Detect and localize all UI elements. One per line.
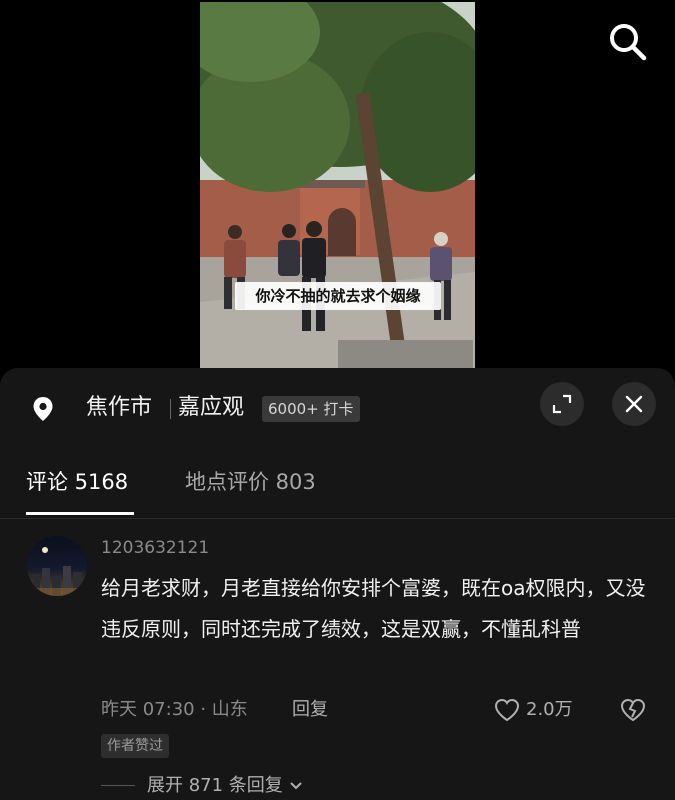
location-pin-icon	[33, 397, 53, 421]
location-place: 嘉应观	[178, 395, 245, 420]
location-separator	[170, 399, 171, 419]
tab-bar: 评论 5168 地点评价 803	[0, 464, 675, 516]
video-scene	[200, 2, 475, 368]
video-subtitle: 你冷不抽的就去求个姻缘	[235, 282, 441, 310]
avatar[interactable]	[27, 536, 87, 596]
close-icon	[625, 395, 643, 413]
tab-comments[interactable]: 评论 5168	[26, 464, 128, 500]
comment-username[interactable]: 1203632121	[101, 536, 209, 560]
comment-item: 1203632121 给月老求财，月老直接给你安排个富婆，既在oa权限内，又没违…	[0, 528, 675, 800]
chevron-down-icon	[289, 782, 302, 790]
avatar-image	[27, 547, 87, 596]
comments-sheet: 焦作市 嘉应观 6000+ 打卡 评论 5168 地点评价 803 120363…	[0, 368, 675, 800]
search-button[interactable]	[604, 18, 650, 64]
divider	[0, 518, 675, 519]
checkin-badge: 6000+ 打卡	[262, 396, 360, 422]
active-tab-indicator	[26, 512, 134, 515]
dislike-button[interactable]	[620, 698, 646, 724]
tab-place-reviews[interactable]: 地点评价 803	[185, 464, 316, 500]
expand-button[interactable]	[540, 382, 584, 426]
video-frame[interactable]	[200, 2, 475, 368]
heart-icon	[494, 698, 520, 722]
expand-icon	[552, 394, 572, 414]
author-liked-badge: 作者赞过	[101, 734, 169, 758]
broken-heart-icon	[620, 698, 646, 722]
comment-time-location: 昨天 07:30 · 山东	[101, 699, 248, 720]
expand-replies-label: 展开 871 条回复	[147, 772, 303, 800]
video-area[interactable]: 你冷不抽的就去求个姻缘	[0, 0, 675, 370]
location-city: 焦作市	[86, 395, 153, 420]
search-icon	[610, 24, 647, 61]
comment-text: 给月老求财，月老直接给你安排个富婆，既在oa权限内，又没违反原则，同时还完成了绩…	[101, 576, 646, 641]
reply-button[interactable]: 回复	[292, 696, 328, 724]
expand-line	[101, 785, 135, 786]
close-button[interactable]	[612, 382, 656, 426]
like-count: 2.0万	[526, 699, 573, 720]
location-row[interactable]: 焦作市 嘉应观 6000+ 打卡	[0, 368, 675, 448]
